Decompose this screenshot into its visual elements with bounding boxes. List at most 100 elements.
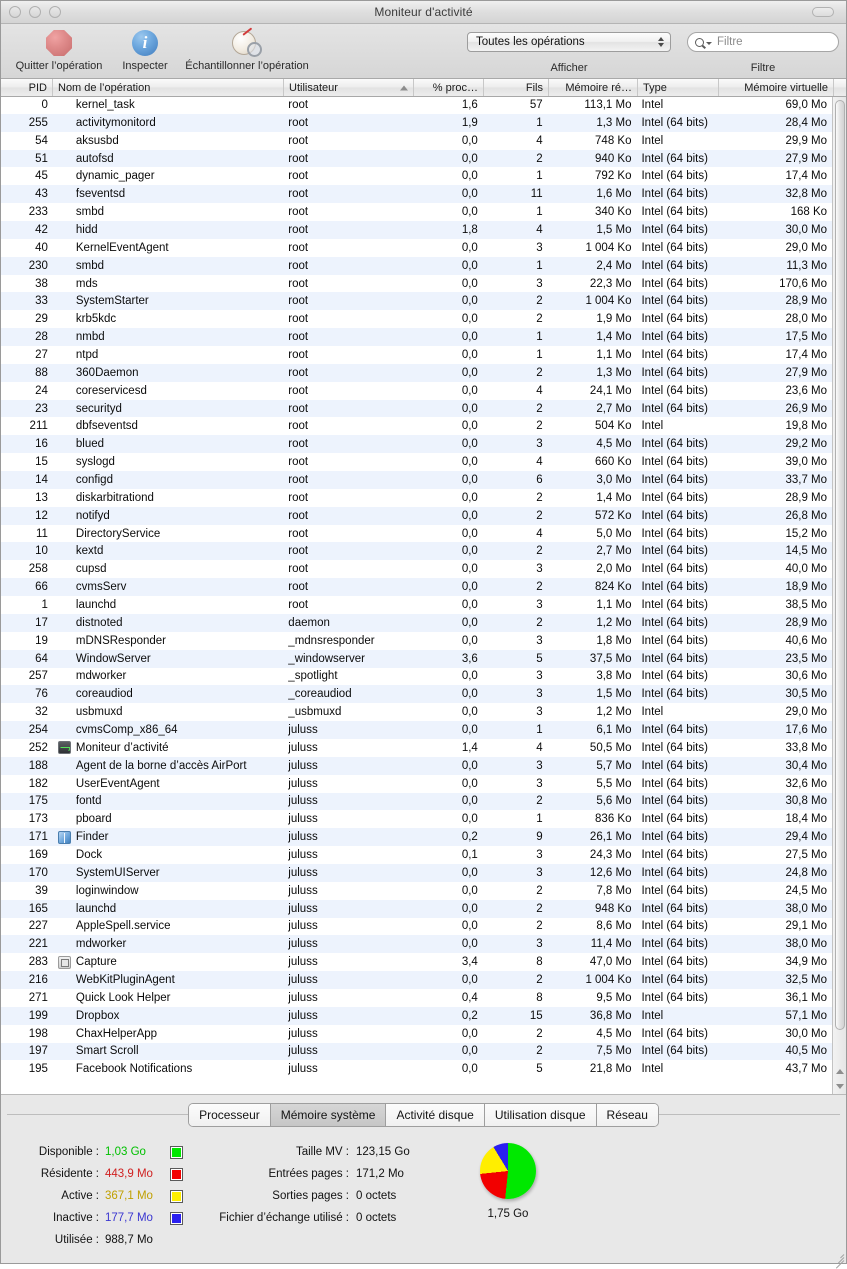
- column-header-user[interactable]: Utilisateur: [284, 79, 414, 96]
- table-row[interactable]: 64 WindowServer _windowserver 3,6 5 37,5 Mo In…: [1, 649, 832, 668]
- table-row[interactable]: 13 diskarbitrationd root 0,0 2 1,4 Mo Intel (6…: [1, 489, 832, 507]
- tab-processeur[interactable]: Processeur: [189, 1104, 271, 1126]
- table-row[interactable]: 216 WebKitPluginAgent juluss 0,0 2 1 004 Ko In…: [1, 971, 832, 989]
- table-row[interactable]: 32 usbmuxd _usbmuxd 0,0 3 1,2 Mo Intel 29,0 Mo: [1, 703, 832, 721]
- inspect-button[interactable]: i Inspecter: [114, 26, 176, 73]
- table-row[interactable]: 257 mdworker _spotlight 0,0 3 3,8 Mo Intel (64…: [1, 668, 832, 686]
- cell-pid: 230: [28, 259, 48, 272]
- table-row[interactable]: 258 cupsd root 0,0 3 2,0 Mo Intel (64 bits) 40,…: [1, 560, 832, 578]
- table-row[interactable]: 254 cvmsComp_x86_64 juluss 0,0 1 6,1 Mo Intel …: [1, 721, 832, 739]
- zoom-button[interactable]: [49, 6, 61, 18]
- table-row[interactable]: 195 Facebook Notifications juluss 0,0 5 21,8 …: [1, 1060, 832, 1078]
- table-row[interactable]: 51 autofsd root 0,0 2 940 Ko Intel (64 bits) 27…: [1, 149, 832, 168]
- cell-user: _mdnsresponder: [288, 634, 375, 647]
- column-header-name[interactable]: Nom de l’opération: [53, 79, 284, 96]
- table-row[interactable]: 28 nmbd root 0,0 1 1,4 Mo Intel (64 bits) 17,5 …: [1, 328, 832, 347]
- table-row[interactable]: 227 AppleSpell.service juluss 0,0 2 8,6 Mo Int…: [1, 918, 832, 936]
- tab-r-seau[interactable]: Réseau: [596, 1104, 658, 1126]
- table-row[interactable]: 283 Capture juluss 3,4 8 47,0 Mo Intel (64 bit…: [1, 953, 832, 971]
- table-row[interactable]: 19 mDNSResponder _mdnsresponder 0,0 3 1,8 Mo I…: [1, 632, 832, 650]
- tab-utilisation-disque[interactable]: Utilisation disque: [484, 1104, 597, 1126]
- table-row[interactable]: 43 fseventsd root 0,0 11 1,6 Mo Intel (64 bits…: [1, 185, 832, 204]
- table-row[interactable]: 233 smbd root 0,0 1 340 Ko Intel (64 bits) 168 …: [1, 203, 832, 221]
- table-row[interactable]: 198 ChaxHelperApp juluss 0,0 2 4,5 Mo Intel (6…: [1, 1025, 832, 1043]
- table-row[interactable]: 252 Moniteur d’activité juluss 1,4 4 50,5 Mo I…: [1, 739, 832, 757]
- table-row[interactable]: 39 loginwindow juluss 0,0 2 7,8 Mo Intel (64 b…: [1, 882, 832, 900]
- table-row[interactable]: 1 launchd root 0,0 3 1,1 Mo Intel (64 bits) 38,…: [1, 596, 832, 614]
- table-row[interactable]: 165 launchd juluss 0,0 2 948 Ko Intel (64 bits…: [1, 899, 832, 918]
- table-row[interactable]: 45 dynamic_pager root 0,0 1 792 Ko Intel (64 b…: [1, 167, 832, 185]
- cell-mem: 1,3 Mo: [596, 116, 632, 129]
- table-row[interactable]: 54 aksusbd root 0,0 4 748 Ko Intel 29,9 Mo: [1, 132, 832, 150]
- table-row[interactable]: 76 coreaudiod _coreaudiod 0,0 3 1,5 Mo Intel (…: [1, 685, 832, 704]
- table-row[interactable]: 11 DirectoryService root 0,0 4 5,0 Mo Intel (6…: [1, 525, 832, 543]
- table-row[interactable]: 221 mdworker juluss 0,0 3 11,4 Mo Intel (64 bi…: [1, 935, 832, 954]
- cell-pid: 198: [28, 1027, 48, 1040]
- table-row[interactable]: 197 Smart Scroll juluss 0,0 2 7,5 Mo Intel (64…: [1, 1042, 832, 1061]
- cell-thr: 2: [536, 616, 543, 629]
- cell-name: Finder: [53, 830, 283, 844]
- table-row[interactable]: 29 krb5kdc root 0,0 2 1,9 Mo Intel (64 bits) 28…: [1, 310, 832, 328]
- column-header-thr[interactable]: Fils: [484, 79, 549, 96]
- vm-stat-row: Fichier d’échange utilisé : 0 octets: [201, 1207, 431, 1229]
- tab-activit-disque[interactable]: Activité disque: [386, 1104, 485, 1126]
- scroll-up-icon[interactable]: [835, 1069, 844, 1074]
- table-row[interactable]: 42 hidd root 1,8 4 1,5 Mo Intel (64 bits) 30,0 …: [1, 221, 832, 239]
- toolbar-toggle-button[interactable]: [812, 7, 834, 17]
- table-row[interactable]: 12 notifyd root 0,0 2 572 Ko Intel (64 bits) 26…: [1, 506, 832, 525]
- table-row[interactable]: 24 coreservicesd root 0,0 4 24,1 Mo Intel (64 …: [1, 382, 832, 400]
- cell-mem: 36,8 Mo: [589, 1009, 632, 1022]
- table-row[interactable]: 230 smbd root 0,0 1 2,4 Mo Intel (64 bits) 11,3…: [1, 256, 832, 275]
- table-row[interactable]: 175 fontd juluss 0,0 2 5,6 Mo Intel (64 bits) 3…: [1, 792, 832, 811]
- process-name-label: launchd: [75, 598, 117, 611]
- table-row[interactable]: 199 Dropbox juluss 0,2 15 36,8 Mo Intel 57,1 Mo: [1, 1006, 832, 1025]
- table-row[interactable]: 170 SystemUIServer juluss 0,0 3 12,6 Mo Intel …: [1, 863, 832, 882]
- table-row[interactable]: 27 ntpd root 0,0 1 1,1 Mo Intel (64 bits) 17,4 …: [1, 346, 832, 364]
- table-row[interactable]: 255 activitymonitord root 1,9 1 1,3 Mo Intel (…: [1, 113, 832, 132]
- column-header-pid[interactable]: PID: [1, 79, 53, 96]
- table-row[interactable]: 211 dbfseventsd root 0,0 2 504 Ko Intel 19,8 Mo: [1, 417, 832, 435]
- filter-search-field[interactable]: Filtre: [687, 32, 839, 52]
- table-row[interactable]: 0 kernel_task root 1,6 57 113,1 Mo Intel 69,0 M…: [1, 96, 832, 114]
- scrollbar-arrows[interactable]: [833, 1064, 846, 1094]
- filter-input-placeholder[interactable]: Filtre: [717, 36, 743, 48]
- vertical-scrollbar[interactable]: [832, 96, 846, 1094]
- table-row[interactable]: 33 SystemStarter root 0,0 2 1 004 Ko Intel (64…: [1, 292, 832, 311]
- table-row[interactable]: 173 pboard juluss 0,0 1 836 Ko Intel (64 bits)…: [1, 810, 832, 828]
- resize-grip[interactable]: [832, 1249, 845, 1269]
- quit-process-button[interactable]: Quitter l’opération: [7, 26, 111, 73]
- table-row[interactable]: 271 Quick Look Helper juluss 0,4 8 9,5 Mo Inte…: [1, 989, 832, 1007]
- cell-thr: 2: [536, 509, 543, 522]
- cell-thr: 57: [529, 98, 543, 111]
- cell-mem: 1 004 Ko: [585, 295, 632, 308]
- table-row[interactable]: 66 cvmsServ root 0,0 2 824 Ko Intel (64 bits) 1…: [1, 578, 832, 597]
- column-header-vm[interactable]: Mémoire virtuelle: [719, 79, 834, 96]
- process-name-label: activitymonitord: [75, 116, 156, 129]
- table-row[interactable]: 182 UserEventAgent juluss 0,0 3 5,5 Mo Intel (…: [1, 775, 832, 793]
- table-row[interactable]: 16 blued root 0,0 3 4,5 Mo Intel (64 bits) 29,2…: [1, 435, 832, 454]
- table-row[interactable]: 23 securityd root 0,0 2 2,7 Mo Intel (64 bits)…: [1, 399, 832, 418]
- table-row[interactable]: 15 syslogd root 0,0 4 660 Ko Intel (64 bits) 39…: [1, 453, 832, 471]
- sample-process-button[interactable]: Échantillonner l’opération: [177, 26, 317, 73]
- table-row[interactable]: 188 Agent de la borne d’accès AirPort julu…: [1, 756, 832, 775]
- minimize-button[interactable]: [29, 6, 41, 18]
- cell-mem: 504 Ko: [595, 420, 632, 433]
- column-header-type[interactable]: Type: [638, 79, 719, 96]
- table-row[interactable]: 169 Dock juluss 0,1 3 24,3 Mo Intel (64 bits) 2…: [1, 846, 832, 864]
- table-row[interactable]: 10 kextd root 0,0 2 2,7 Mo Intel (64 bits) 14,5…: [1, 542, 832, 561]
- table-row[interactable]: 14 configd root 0,0 6 3,0 Mo Intel (64 bits) 33…: [1, 471, 832, 489]
- tab-m-moire-syst-me[interactable]: Mémoire système: [270, 1104, 387, 1126]
- vm-stat-value: 123,15 Go: [356, 1146, 410, 1158]
- table-row[interactable]: 171 Finder juluss 0,2 9 26,1 Mo Intel (64 bits…: [1, 828, 832, 847]
- scrollbar-thumb[interactable]: [835, 100, 845, 1030]
- column-header-cpu[interactable]: % proc…: [414, 79, 484, 96]
- table-row[interactable]: 17 distnoted daemon 0,0 2 1,2 Mo Intel (64 bit…: [1, 613, 832, 632]
- close-button[interactable]: [9, 6, 21, 18]
- table-row[interactable]: 88 360Daemon root 0,0 2 1,3 Mo Intel (64 bits)…: [1, 363, 832, 382]
- scroll-down-icon[interactable]: [835, 1084, 844, 1089]
- show-process-select[interactable]: Toutes les opérations: [467, 32, 671, 52]
- table-row[interactable]: 40 KernelEventAgent root 0,0 3 1 004 Ko Intel …: [1, 239, 832, 257]
- column-header-mem[interactable]: Mémoire ré…: [549, 79, 638, 96]
- table-row[interactable]: 38 mds root 0,0 3 22,3 Mo Intel (64 bits) 170,6…: [1, 275, 832, 293]
- cell-pid: 28: [35, 331, 48, 344]
